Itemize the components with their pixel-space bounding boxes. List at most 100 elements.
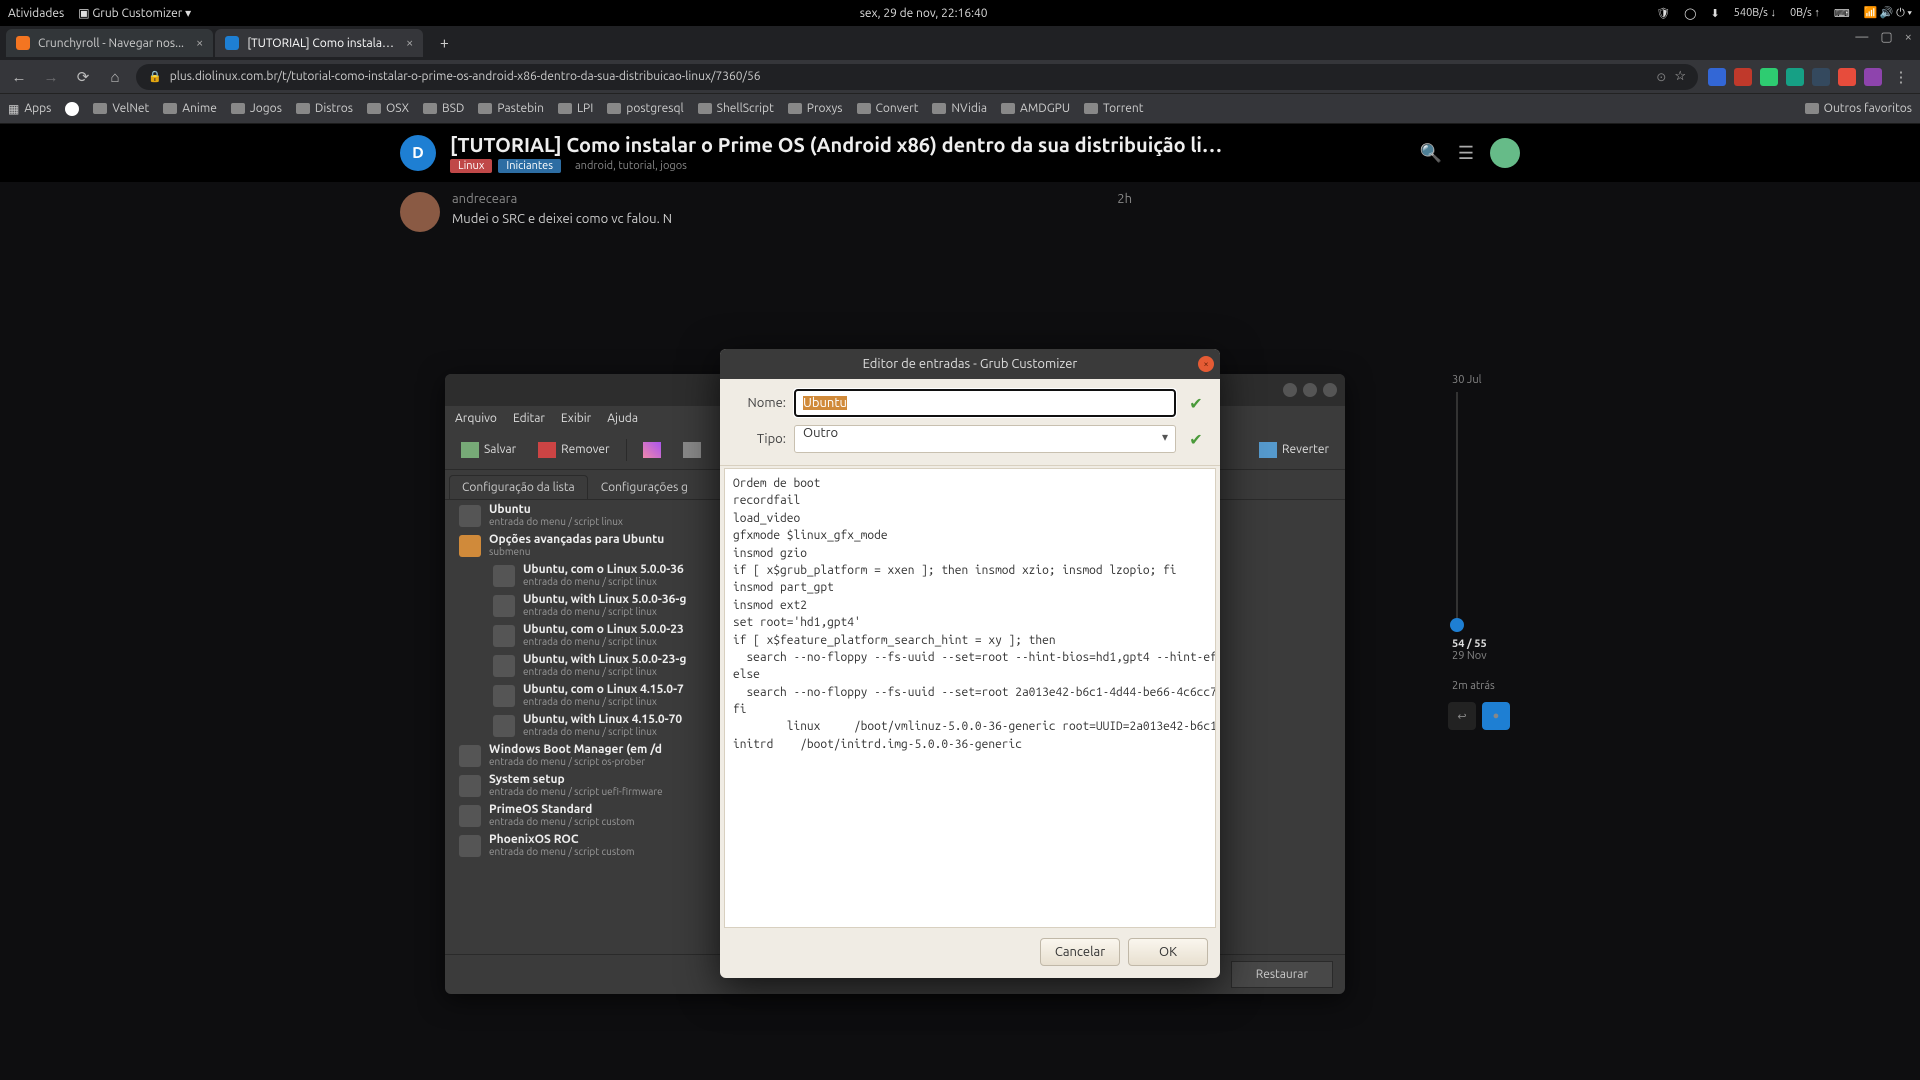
name-input[interactable] [794, 389, 1176, 417]
browser-menu-button[interactable]: ⋮ [1890, 68, 1912, 86]
post-username[interactable]: andreceara [452, 192, 517, 206]
bookmark-other[interactable]: Outros favoritos [1805, 102, 1912, 115]
gc-menu-file[interactable]: Arquivo [455, 412, 497, 425]
edit-button[interactable] [635, 438, 669, 462]
gc-entry[interactable]: Ubuntu entrada do menu / script linux [445, 500, 724, 530]
bookmark-item[interactable] [65, 102, 79, 116]
diolinux-logo-icon[interactable]: D [400, 135, 436, 171]
gc-entry-list[interactable]: Ubuntu entrada do menu / script linux Op… [445, 500, 725, 954]
bookmark-item[interactable]: OSX [367, 102, 409, 115]
bookmark-item[interactable]: NVidia [932, 102, 987, 115]
reader-icon[interactable]: ⊙ [1656, 70, 1666, 84]
system-tray[interactable]: 📶 🔊 ⏻ ▾ [1864, 6, 1912, 20]
bookmark-item[interactable]: LPI [558, 102, 593, 115]
restore-button[interactable]: Restaurar [1231, 961, 1333, 988]
gc-entry[interactable]: System setup entrada do menu / script ue… [445, 770, 724, 800]
gc-entry[interactable]: Ubuntu, with Linux 5.0.0-23-g entrada do… [445, 650, 724, 680]
bookmark-item[interactable]: Anime [163, 102, 217, 115]
gc-entry[interactable]: Ubuntu, com o Linux 5.0.0-36 entrada do … [445, 560, 724, 590]
type-select[interactable]: Outro [794, 425, 1176, 453]
extension-icon[interactable] [1734, 68, 1752, 86]
gc-entry[interactable]: PrimeOS Standard entrada do menu / scrip… [445, 800, 724, 830]
home-button[interactable]: ⌂ [104, 68, 126, 86]
bookmark-item[interactable]: Pastebin [478, 102, 544, 115]
gc-entry[interactable]: Opções avançadas para Ubuntu submenu [445, 530, 724, 560]
topic-title[interactable]: [TUTORIAL] Como instalar o Prime OS (And… [450, 133, 1350, 156]
topic-tags[interactable]: android, tutorial, jogos [567, 159, 695, 173]
bookmark-item[interactable]: Proxys [788, 102, 843, 115]
bookmark-item[interactable]: AMDGPU [1001, 102, 1070, 115]
window-close-icon[interactable]: × [1905, 30, 1912, 45]
gc-tab-list[interactable]: Configuração da lista [449, 475, 588, 499]
timeline-handle[interactable] [1450, 618, 1464, 632]
bookmark-item[interactable]: ShellScript [698, 102, 774, 115]
topic-timeline[interactable]: 30 Jul 54 / 55 29 Nov 2m atrás ↩ ● [1448, 374, 1520, 730]
gc-entry[interactable]: Ubuntu, com o Linux 5.0.0-23 entrada do … [445, 620, 724, 650]
notification-dot-icon[interactable]: ● [1482, 702, 1510, 730]
gc-menu-help[interactable]: Ajuda [607, 412, 638, 425]
gc-menu-view[interactable]: Exibir [561, 412, 591, 425]
gc-entry[interactable]: Ubuntu, com o Linux 4.15.0-7 entrada do … [445, 680, 724, 710]
lock-icon[interactable]: 🔒 [148, 70, 162, 83]
gc-entry[interactable]: PhoenixOS ROC entrada do menu / script c… [445, 830, 724, 860]
bookmark-item[interactable]: Distros [296, 102, 353, 115]
gc-minimize-icon[interactable] [1283, 383, 1297, 397]
window-maximize-icon[interactable]: ▢ [1880, 30, 1892, 45]
new-button[interactable] [675, 438, 709, 462]
extension-icon[interactable] [1786, 68, 1804, 86]
tab-close-icon[interactable]: × [406, 36, 413, 50]
steam-icon[interactable]: ◯ [1684, 7, 1696, 20]
extension-icon[interactable] [1760, 68, 1778, 86]
reply-icon[interactable]: ↩ [1448, 702, 1476, 730]
extension-icon[interactable] [1812, 68, 1830, 86]
entry-code-textarea[interactable]: Ordem de boot recordfail load_video gfxm… [724, 468, 1216, 928]
revert-button[interactable]: Reverter [1251, 438, 1337, 462]
url-bar[interactable]: 🔒 ⊙ ☆ [136, 64, 1698, 90]
bookmark-item[interactable]: BSD [423, 102, 464, 115]
extension-icon[interactable] [1864, 68, 1882, 86]
search-icon[interactable]: 🔍 [1419, 143, 1441, 164]
ok-button[interactable]: OK [1128, 938, 1208, 966]
browser-tab[interactable]: [TUTORIAL] Como instala… × [215, 29, 423, 57]
gnome-clock[interactable]: sex, 29 de nov, 22:16:40 [191, 7, 1656, 20]
back-button[interactable]: ← [8, 68, 30, 86]
user-avatar[interactable] [1490, 138, 1520, 168]
bookmark-item[interactable]: Convert [857, 102, 919, 115]
extension-icon[interactable] [1838, 68, 1856, 86]
gc-entry[interactable]: Windows Boot Manager (em /d entrada do m… [445, 740, 724, 770]
window-minimize-icon[interactable]: — [1855, 30, 1868, 45]
keyboard-icon[interactable]: ⌨ [1834, 7, 1850, 20]
download-icon[interactable]: ⬇ [1710, 7, 1719, 20]
app-menu[interactable]: ▣ Grub Customizer ▾ [78, 6, 191, 20]
reload-button[interactable]: ⟳ [72, 68, 94, 86]
timeline-back[interactable]: 2m atrás [1452, 680, 1520, 692]
browser-tab[interactable]: Crunchyroll - Navegar nos... × [6, 29, 213, 57]
gc-maximize-icon[interactable] [1303, 383, 1317, 397]
bookmark-item[interactable]: postgresql [607, 102, 683, 115]
activities-button[interactable]: Atividades [8, 7, 64, 20]
shield-icon[interactable]: 🛡 [1656, 7, 1670, 20]
forward-button[interactable]: → [40, 68, 62, 86]
category-iniciantes[interactable]: Iniciantes [498, 159, 561, 173]
gc-close-icon[interactable] [1323, 383, 1337, 397]
url-input[interactable] [170, 70, 1649, 83]
post-avatar[interactable] [400, 192, 440, 232]
bookmark-star-icon[interactable]: ☆ [1674, 69, 1686, 84]
dialog-titlebar[interactable]: Editor de entradas - Grub Customizer × [720, 349, 1220, 379]
category-linux[interactable]: Linux [450, 159, 492, 173]
cancel-button[interactable]: Cancelar [1040, 938, 1120, 966]
dialog-close-icon[interactable]: × [1198, 356, 1214, 372]
bookmark-item[interactable]: VelNet [93, 102, 149, 115]
new-tab-button[interactable]: + [431, 30, 457, 56]
gc-entry[interactable]: Ubuntu, with Linux 4.15.0-70 entrada do … [445, 710, 724, 740]
timeline-top-date[interactable]: 30 Jul [1452, 374, 1520, 386]
save-button[interactable]: Salvar [453, 438, 524, 462]
extension-icon[interactable] [1708, 68, 1726, 86]
bookmark-item[interactable]: Torrent [1084, 102, 1143, 115]
remove-button[interactable]: Remover [530, 438, 617, 462]
tab-close-icon[interactable]: × [196, 36, 203, 50]
bookmark-apps[interactable]: ▦ Apps [8, 102, 51, 116]
bookmark-item[interactable]: Jogos [231, 102, 282, 115]
gc-entry[interactable]: Ubuntu, with Linux 5.0.0-36-g entrada do… [445, 590, 724, 620]
gc-menu-edit[interactable]: Editar [513, 412, 545, 425]
